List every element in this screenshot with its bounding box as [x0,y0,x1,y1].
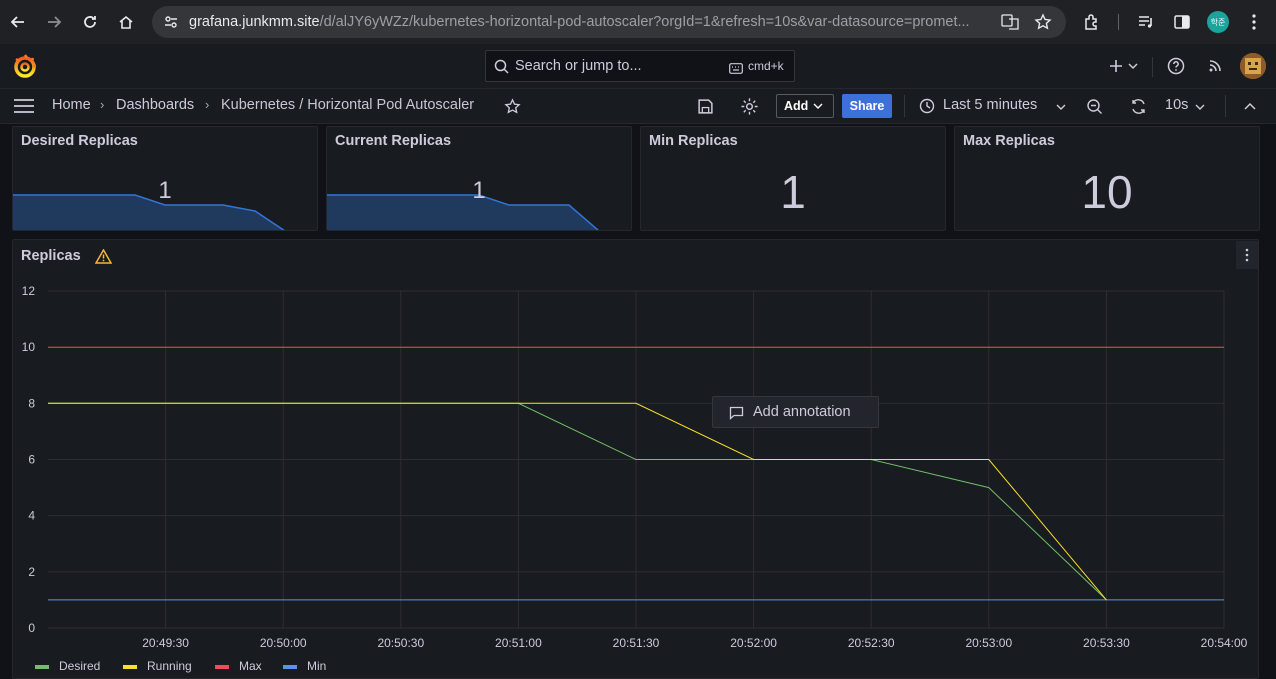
chevron-up-icon[interactable] [1244,102,1256,110]
share-button[interactable]: Share [842,94,892,118]
forward-icon[interactable] [40,8,68,36]
panel-title: Current Replicas [335,133,452,149]
bookmark-star-icon[interactable] [1034,13,1052,36]
refresh-interval-picker[interactable]: 10s [1165,97,1188,113]
search-shortcut: cmd+k [748,59,784,73]
stat-value: 1 [158,177,172,204]
address-bar[interactable]: grafana.junkmm.site/d/alJY6yWZz/kubernet… [152,6,1066,38]
search-icon [494,59,509,79]
breadcrumb-separator-icon: › [205,97,210,112]
refresh-icon[interactable] [1130,98,1147,120]
panel-title: Max Replicas [963,133,1055,149]
y-tick-label: 12 [22,284,36,298]
x-tick-label: 20:54:00 [1201,636,1248,650]
y-tick-label: 10 [22,340,36,354]
chrome-divider [1118,14,1119,30]
legend-item-desired[interactable]: Desired [59,659,100,673]
chevron-down-icon[interactable] [1056,104,1066,110]
add-button-label: Add [784,99,809,113]
add-button[interactable]: Add [776,94,834,118]
y-tick-label: 8 [28,396,35,410]
series-line-desired [48,402,1107,601]
time-range-picker[interactable]: Last 5 minutes [943,97,1037,113]
panel-title: Min Replicas [649,133,738,149]
grafana-topbar: Search or jump to... cmd+k [0,44,1276,89]
x-tick-label: 20:49:30 [142,636,189,650]
news-rss-icon[interactable] [1204,55,1226,77]
favorite-star-icon[interactable] [504,98,521,120]
x-tick-label: 20:51:00 [495,636,542,650]
panel-menu-icon[interactable] [1236,241,1258,269]
y-tick-label: 6 [28,453,35,467]
breadcrumb-current: Kubernetes / Horizontal Pod Autoscaler [221,97,475,113]
browser-toolbar: grafana.junkmm.site/d/alJY6yWZz/kubernet… [0,0,1276,44]
search-input[interactable]: Search or jump to... cmd+k [485,50,795,82]
legend-swatch-min [283,665,297,669]
legend-swatch-running [123,665,137,669]
site-info-icon[interactable] [163,14,179,35]
save-icon[interactable] [697,98,714,120]
y-tick-label: 0 [28,621,35,635]
reload-icon[interactable] [76,8,104,36]
breadcrumb-home[interactable]: Home [52,97,91,113]
series-line-running [48,402,1107,601]
stat-panel-current-replicas[interactable]: Current Replicas 1 [326,126,632,231]
replicas-chart[interactable]: 0 2 4 6 8 10 12 20:49:30 20:50:00 20:50:30 20:51:0… [13,240,1259,679]
translate-icon[interactable] [1001,14,1019,35]
graph-panel-replicas[interactable]: Replicas 0 2 4 6 8 10 12 20:49:30 20:50:00 20:50:… [12,239,1259,679]
stat-value: 1 [780,166,806,218]
breadcrumb-separator-icon: › [100,97,105,112]
menu-hamburger-icon[interactable] [14,99,34,118]
y-tick-label: 4 [28,509,35,523]
user-avatar[interactable] [1240,53,1266,79]
stat-panel-min-replicas[interactable]: Min Replicas 1 [640,126,946,231]
search-placeholder: Search or jump to... [515,58,642,74]
comment-icon [729,406,744,425]
grafana-logo-icon[interactable] [12,53,38,79]
chrome-menu-icon[interactable] [1240,8,1268,36]
panel-title: Desired Replicas [21,133,138,149]
legend-item-max[interactable]: Max [239,659,262,673]
x-tick-label: 20:52:30 [848,636,895,650]
url-text: grafana.junkmm.site/d/alJY6yWZz/kubernet… [189,14,970,30]
keyboard-icon [729,61,743,79]
chrome-profile-avatar[interactable]: 학준 [1207,11,1229,33]
toolbar-divider [904,95,905,117]
media-controls-icon[interactable] [1132,8,1160,36]
y-tick-label: 2 [28,565,35,579]
back-icon[interactable] [4,8,32,36]
x-tick-label: 20:53:00 [965,636,1012,650]
settings-gear-icon[interactable] [740,97,759,121]
stat-panel-desired-replicas[interactable]: Desired Replicas 1 [12,126,318,231]
legend-item-min[interactable]: Min [307,659,326,673]
x-tick-label: 20:53:30 [1083,636,1130,650]
x-tick-label: 20:50:30 [377,636,424,650]
stat-value: 1 [472,177,486,204]
chevron-down-icon[interactable] [1195,104,1205,110]
extensions-icon[interactable] [1078,8,1106,36]
clock-icon [919,98,935,119]
side-panel-icon[interactable] [1168,8,1196,36]
stat-value: 10 [1081,166,1133,218]
x-tick-label: 20:52:00 [730,636,777,650]
chevron-down-icon [813,103,823,109]
legend-swatch-max [215,665,229,669]
home-icon[interactable] [112,8,140,36]
breadcrumb-dashboards[interactable]: Dashboards [116,97,194,113]
toolbar-divider [1225,95,1226,117]
topbar-divider [1152,57,1153,77]
x-tick-label: 20:51:30 [613,636,660,650]
x-tick-label: 20:50:00 [260,636,307,650]
add-annotation-label: Add annotation [753,404,851,420]
legend-swatch-desired [35,665,49,669]
dashboard-nav-bar: Home › Dashboards › Kubernetes / Horizon… [0,89,1276,124]
legend-item-running[interactable]: Running [147,659,192,673]
new-plus-icon[interactable] [1106,55,1140,77]
help-icon[interactable] [1165,55,1187,77]
zoom-out-icon[interactable] [1086,98,1103,120]
stat-panel-max-replicas[interactable]: Max Replicas 10 [954,126,1260,231]
add-annotation-menu[interactable]: Add annotation [712,396,879,428]
